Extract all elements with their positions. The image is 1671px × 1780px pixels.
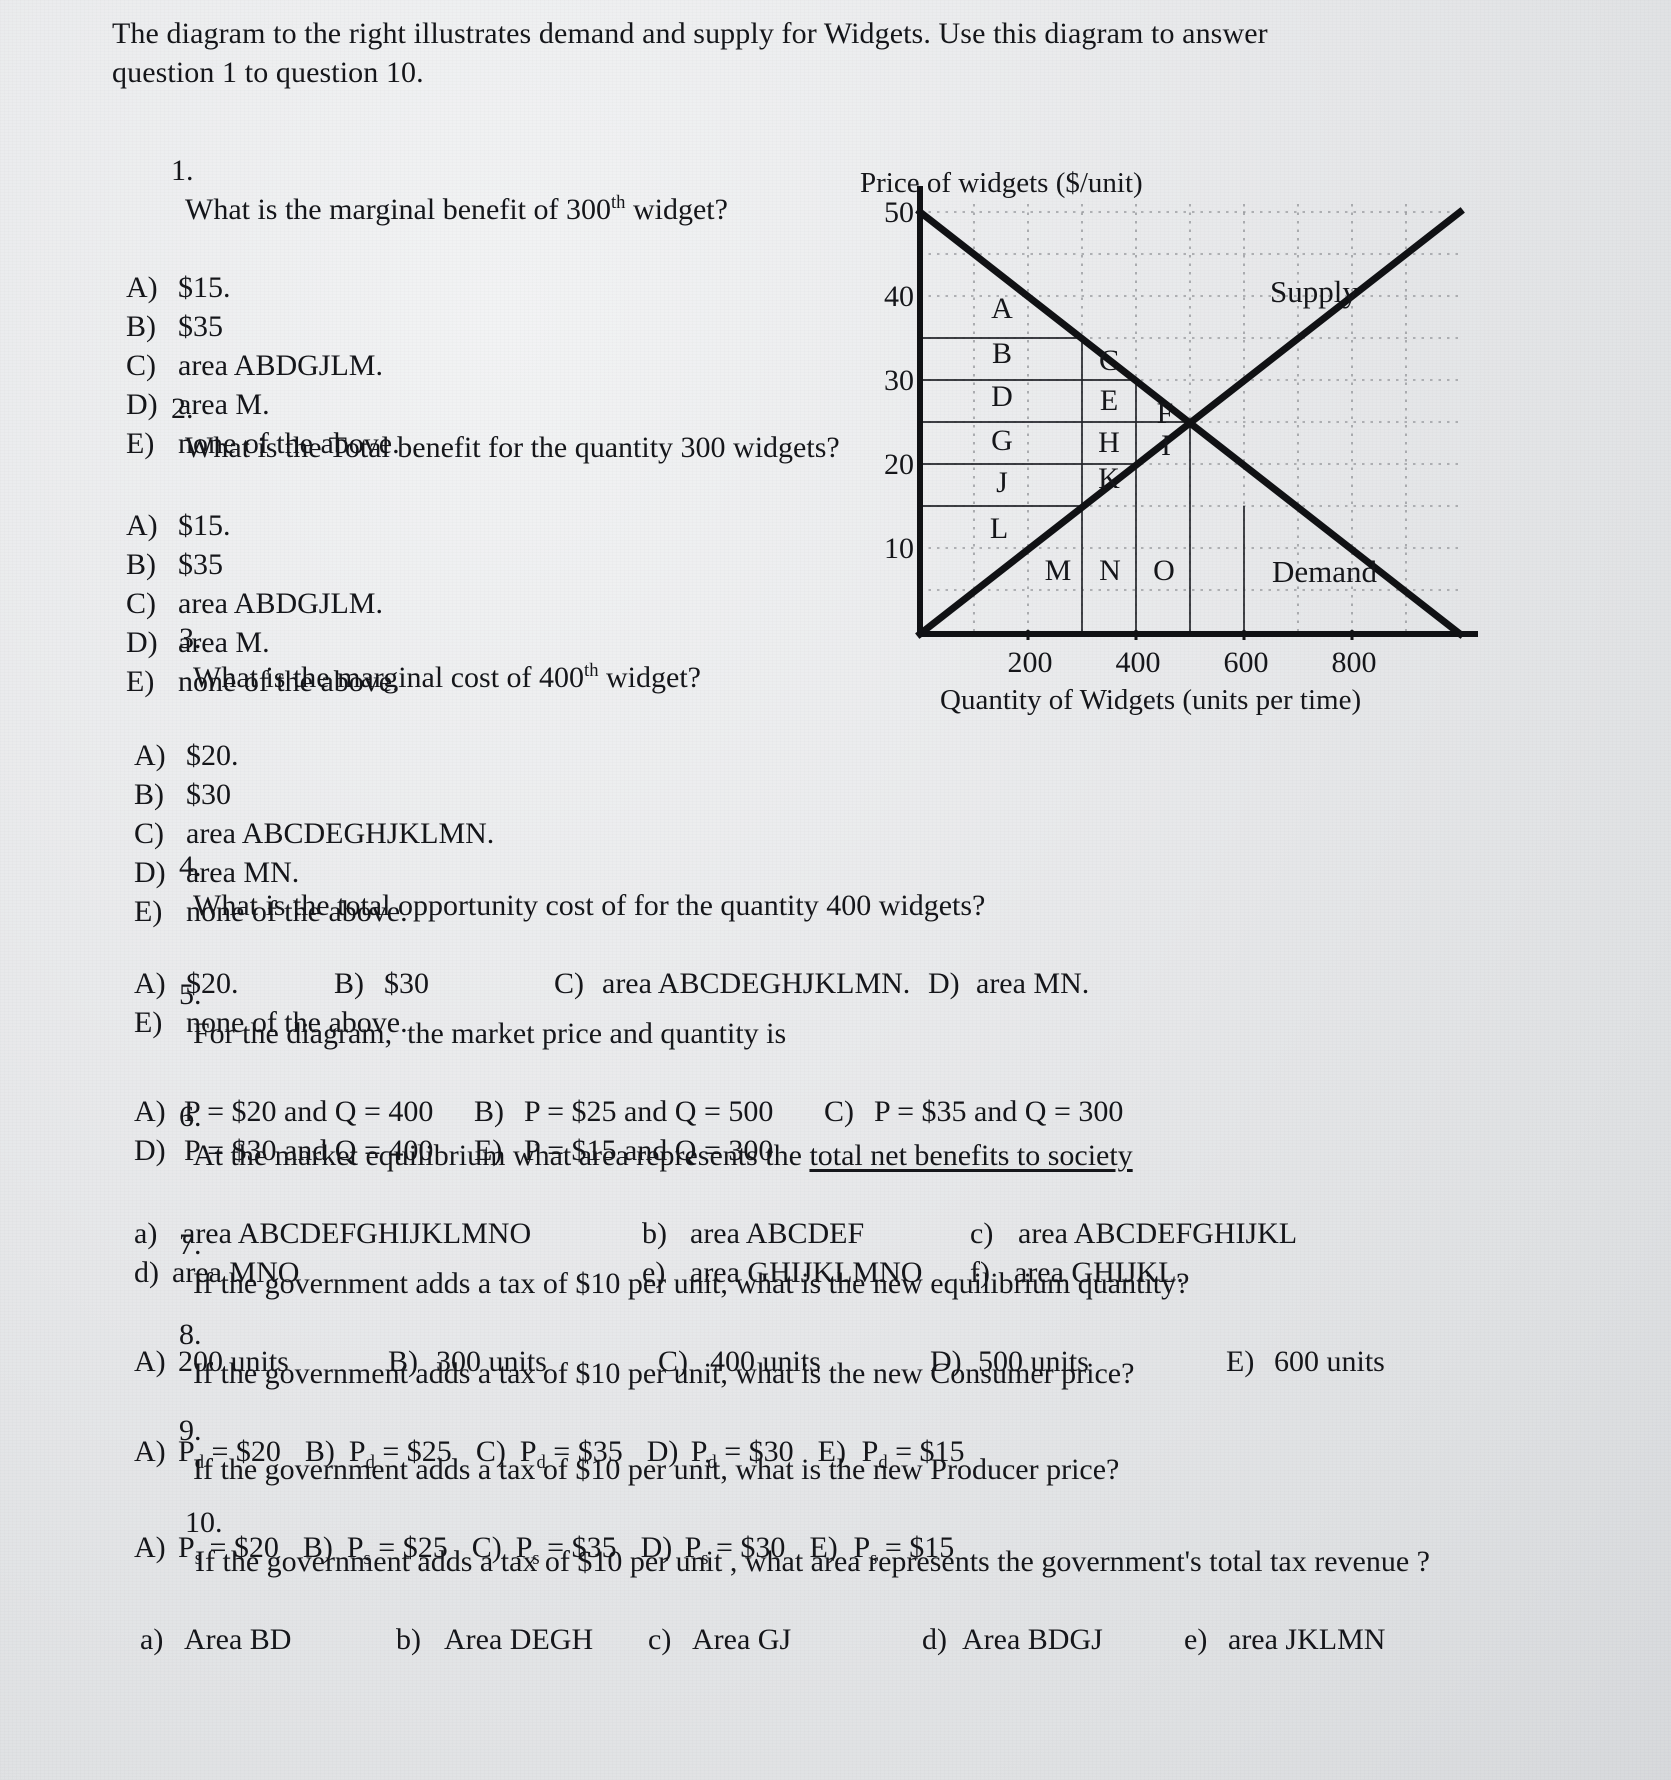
question-1-text: 1. What is the marginal benefit of 300th… [126, 112, 886, 268]
option-label[interactable]: d) [922, 1620, 962, 1659]
y-tick-20: 20 [884, 448, 914, 481]
region-label-J: J [996, 466, 1008, 499]
option-text[interactable]: area JKLMN [1228, 1620, 1385, 1659]
question-1-number: 1. [171, 154, 194, 187]
question-10-options-row-1: a) Area BD b) Area DEGH c) Area GJ d) Area B… [140, 1620, 1540, 1659]
intro-paragraph: The diagram to the right illustrates dem… [112, 17, 1268, 89]
option-label: A) [134, 739, 166, 772]
demand-curve-label: Demand [1272, 554, 1378, 589]
chart-region-boundaries [920, 337, 1245, 634]
worksheet-page: The diagram to the right illustrates dem… [0, 0, 1671, 1780]
question-10-text: 10. If the government adds a tax of $10 … [140, 1464, 1540, 1620]
chart-y-tick-labels: 50 40 30 20 10 [884, 196, 914, 565]
question-5-body: For the diagram, the market price and qu… [193, 1017, 787, 1050]
question-1-body-post: widget? [625, 193, 728, 226]
question-1-option-a[interactable]: A) $15. [126, 268, 886, 307]
question-10-number: 10. [185, 1506, 223, 1539]
question-4-number: 4. [179, 850, 202, 883]
supply-demand-diagram: Price of widgets ($/unit) 50 40 30 20 10… [860, 167, 1480, 728]
supply-curve-label: Supply [1270, 274, 1358, 309]
option-text: $15. [178, 509, 231, 542]
supply-demand-svg: 50 40 30 20 10 200 400 600 800 A B C D E… [884, 186, 1478, 679]
option-label[interactable]: e) [1184, 1620, 1228, 1659]
option-text: $20. [186, 739, 239, 772]
region-label-H: H [1098, 426, 1120, 459]
x-tick-400: 400 [1116, 646, 1161, 679]
question-1-option-b[interactable]: B) $35 [126, 307, 886, 346]
question-6-body-pre: At the market equilibrium what area repr… [193, 1139, 810, 1172]
region-label-L: L [990, 512, 1008, 545]
region-label-E: E [1100, 384, 1118, 417]
region-label-I: I [1161, 429, 1171, 462]
option-text: $15. [178, 271, 231, 304]
question-7-number: 7. [179, 1228, 202, 1261]
region-label-C: C [1099, 344, 1119, 377]
question-3-body-post: widget? [598, 661, 701, 694]
question-8-number: 8. [179, 1318, 202, 1351]
question-3-text: 3. What is the marginal cost of 400th wi… [134, 580, 894, 736]
option-text: $35 [178, 310, 223, 343]
option-label: B) [126, 310, 156, 343]
region-label-N: N [1099, 554, 1121, 587]
question-9-number: 9. [179, 1414, 202, 1447]
y-tick-30: 30 [884, 364, 914, 397]
question-3-ordinal-suffix: th [584, 660, 599, 681]
region-label-F: F [1157, 397, 1174, 430]
question-3-number: 3. [179, 622, 202, 655]
question-6-number: 6. [179, 1100, 202, 1133]
chart-x-axis-title: Quantity of Widgets (units per time) [940, 684, 1362, 716]
option-label: B) [126, 548, 156, 581]
question-1-ordinal-suffix: th [611, 192, 626, 213]
question-2-text: 2. What is the Total benefit for the qua… [126, 350, 886, 506]
x-tick-600: 600 [1224, 646, 1269, 679]
region-label-D: D [991, 380, 1013, 413]
y-tick-10: 10 [884, 532, 914, 565]
region-label-M: M [1045, 554, 1072, 587]
option-label[interactable]: b) [396, 1620, 444, 1659]
region-label-O: O [1153, 554, 1175, 587]
question-3-option-a[interactable]: A) $20. [134, 736, 894, 775]
chart-x-tick-labels: 200 400 600 800 [1008, 646, 1377, 679]
question-6-underlined-phrase: total net benefits to society [809, 1139, 1133, 1172]
question-2-number: 2. [171, 392, 194, 425]
option-text[interactable]: Area DEGH [444, 1620, 648, 1659]
region-label-K: K [1098, 462, 1120, 495]
option-text[interactable]: Area BD [184, 1620, 396, 1659]
option-text[interactable]: Area GJ [692, 1620, 922, 1659]
question-10-body: If the government adds a tax of $10 per … [195, 1545, 1430, 1578]
option-label: A) [126, 271, 158, 304]
option-label[interactable]: a) [140, 1620, 184, 1659]
y-tick-40: 40 [884, 280, 914, 313]
question-10: 10. If the government adds a tax of $10 … [140, 1464, 1540, 1659]
region-label-G: G [991, 424, 1013, 457]
question-2-option-a[interactable]: A) $15. [126, 506, 886, 545]
question-5-number: 5. [179, 978, 202, 1011]
option-text: $35 [178, 548, 223, 581]
question-1-body-pre: What is the marginal benefit of 300 [185, 193, 611, 226]
question-3-body-pre: What is the marginal cost of 400 [193, 661, 585, 694]
region-label-B: B [992, 337, 1012, 370]
x-tick-800: 800 [1332, 646, 1377, 679]
question-2-body: What is the Total benefit for the quanti… [185, 431, 840, 464]
x-tick-200: 200 [1008, 646, 1053, 679]
option-text[interactable]: Area BDGJ [962, 1620, 1184, 1659]
question-4-body: What is the total opportunity cost of fo… [193, 889, 986, 922]
question-2-option-b[interactable]: B) $35 [126, 545, 886, 584]
y-tick-50: 50 [884, 196, 914, 229]
option-label[interactable]: c) [648, 1620, 692, 1659]
option-label: A) [126, 509, 158, 542]
region-label-A: A [991, 292, 1013, 325]
